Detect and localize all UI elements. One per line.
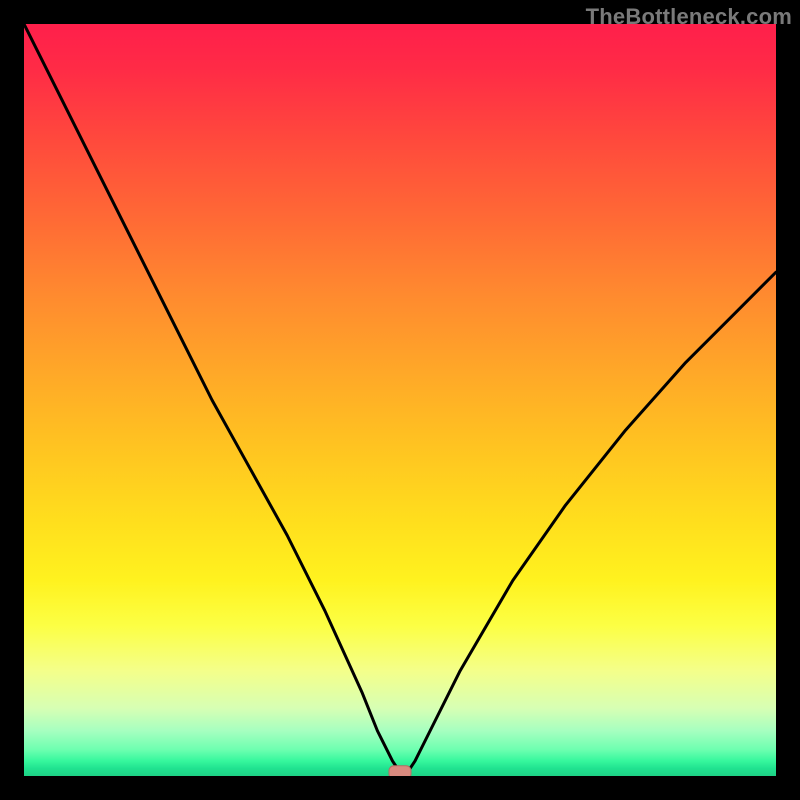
- minimum-marker: [389, 766, 411, 776]
- watermark-text: TheBottleneck.com: [586, 4, 792, 30]
- curve-svg: [24, 24, 776, 776]
- bottleneck-curve: [24, 24, 776, 772]
- plot-area: [24, 24, 776, 776]
- chart-frame: TheBottleneck.com: [0, 0, 800, 800]
